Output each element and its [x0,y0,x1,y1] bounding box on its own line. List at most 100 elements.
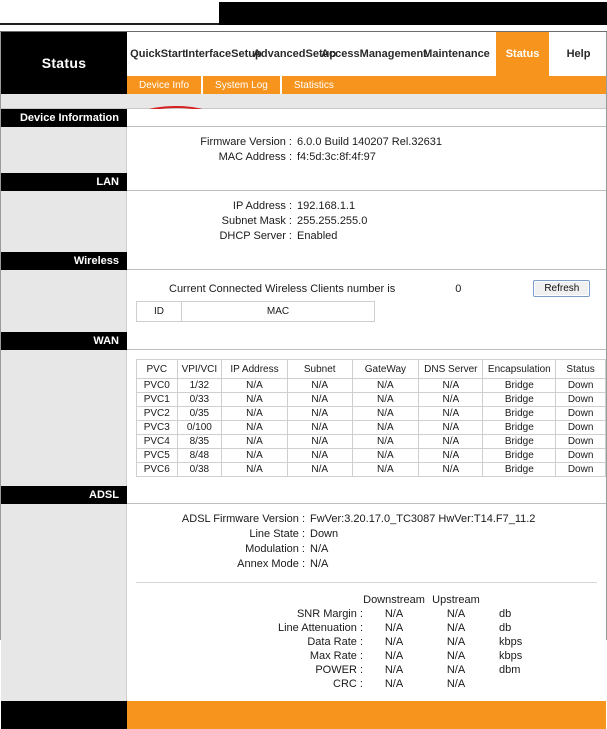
nav-item-status[interactable]: Status [496,32,549,76]
wan-table-cell: 0/33 [176,392,223,407]
wireless-table-header-cell: MAC [181,301,375,322]
table-row: PVC2 0/35 N/A N/A N/A N/A Bridge Down [136,406,606,421]
stats-downstream-value: N/A [384,636,404,648]
wan-table-cell: Down [555,392,606,407]
section-adsl-body: ADSL Firmware Version : FwVer:3.20.17.0_T… [1,504,606,701]
wan-table-cell: 0/100 [176,420,223,435]
wan-table-cell: Bridge [482,392,557,407]
stats-header-unit-spacer [487,593,543,607]
stats-row-label: POWER : [315,664,363,676]
wan-table-cell: N/A [286,378,353,393]
info-row-label: Line State : [249,528,305,540]
wan-table-cell: N/A [221,392,288,407]
stats-downstream-value: N/A [384,678,404,690]
wan-table-cell: Down [555,448,606,463]
table-row: PVC1 0/33 N/A N/A N/A N/A Bridge Down [136,392,606,407]
section-device-information-body: Firmware Version : 6.0.0 Build 140207 Rel… [1,127,606,173]
router-admin-panel: Status Quick Start Interface Setup Advanced S… [0,32,607,729]
stats-row: SNR Margin : N/A N/A db [255,607,543,621]
nav-item-quick-start[interactable]: Quick Start [127,32,189,76]
stats-header-spacer [255,593,363,607]
stats-header-row: Downstream Upstream [255,593,543,607]
wan-table-cell: N/A [221,378,288,393]
stats-row: Max Rate : N/A N/A kbps [255,649,543,663]
wan-table-cell: Down [555,462,606,477]
section-label-device-information: Device Information [1,109,127,127]
wan-table-cell: 8/48 [176,448,223,463]
content-adsl: ADSL Firmware Version : FwVer:3.20.17.0_T… [127,504,606,701]
table-header-row: PVC VPI/VCI IP Address Subnet GateWay DNS Ser… [136,359,606,379]
subtab-statistics[interactable]: Statistics [282,76,346,94]
section-header-rule-adsl [127,486,606,504]
nav-separator-strip [1,94,606,109]
stats-downstream-value: N/A [384,650,404,662]
wan-table-cell: N/A [221,434,288,449]
stats-row: Data Rate : N/A N/A kbps [255,635,543,649]
subtab-device-info[interactable]: Device Info [127,76,201,94]
wan-table-cell: 1/32 [176,378,223,393]
wan-table-cell: PVC2 [136,406,178,421]
nav-item-advanced-setup[interactable]: Advanced Setup [253,32,336,76]
refresh-button[interactable]: Refresh [533,280,591,297]
section-lan-header: LAN [1,173,606,191]
wan-table-cell: Bridge [482,406,557,421]
wan-table-cell: N/A [221,462,288,477]
wan-table-cell: Down [555,420,606,435]
wan-table-header-cell: PVC [136,359,178,379]
top-rule-line [0,23,219,25]
subtab-system-log[interactable]: System Log [203,76,280,94]
wan-table-cell: N/A [351,462,420,477]
stats-column-header: Downstream [363,594,425,606]
nav-item-maintenance[interactable]: Maintenance [417,32,496,76]
section-label-lan: LAN [1,173,127,191]
wan-table-cell: N/A [286,462,353,477]
wireless-clients-table: ID MAC [136,301,375,322]
stats-row-label: CRC : [333,678,363,690]
info-row-value: 255.255.255.0 [297,215,368,227]
wan-table-cell: N/A [418,448,484,463]
wan-table-cell: N/A [418,392,484,407]
wan-table-cell: 0/38 [176,462,223,477]
info-row-label: Subnet Mask : [221,215,292,227]
section-header-rule-device-information [127,109,606,127]
nav-item-access-management[interactable]: Access Management [321,32,427,76]
nav-item-help[interactable]: Help [549,32,607,76]
page-title: Status [41,55,87,71]
wan-table-cell: PVC4 [136,434,178,449]
stats-row-label: Data Rate : [307,636,363,648]
wan-table-cell: N/A [418,406,484,421]
wan-table-cell: Bridge [482,448,557,463]
wan-table-header-cell: GateWay [351,359,420,379]
content-device-information: Firmware Version : 6.0.0 Build 140207 Rel… [127,127,606,173]
wan-table-cell: N/A [221,420,288,435]
info-row: Modulation : N/A [172,542,606,557]
info-row-value: Down [310,528,339,540]
nav-item-label: Help [566,47,591,60]
stats-upstream-value: N/A [446,636,466,648]
wan-table-cell: Bridge [482,378,557,393]
info-row-value: N/A [310,543,329,555]
stats-downstream-value: N/A [384,608,404,620]
wan-table-cell: N/A [351,420,420,435]
stats-upstream-value: N/A [446,608,466,620]
nav-item-label: Quick [130,47,161,60]
wan-table-cell: N/A [351,448,420,463]
footer-accent-bar [127,701,606,729]
footer-left-block [1,701,127,729]
section-label-wireless: Wireless [1,252,127,270]
wan-table-cell: PVC5 [136,448,178,463]
stats-row-label: Max Rate : [309,650,363,662]
nav-item-interface-setup[interactable]: Interface Setup [185,32,261,76]
nav-item-label: Start [160,47,186,60]
info-row: DHCP Server : Enabled [172,229,606,244]
section-wan-body: PVC VPI/VCI IP Address Subnet GateWay DNS Ser… [1,350,606,486]
wan-table-cell: N/A [351,392,420,407]
nav-item-label: Advanced [252,47,306,60]
section-label-adsl: ADSL [1,486,127,504]
info-row-label: Firmware Version : [200,136,292,148]
wan-table-header-cell: IP Address [221,359,288,379]
top-black-block [219,2,607,25]
stats-row: POWER : N/A N/A dbm [255,663,543,677]
section-device-information-header: Device Information [1,109,606,127]
wireless-clients-row: Current Connected Wireless Clients numbe… [127,270,606,301]
